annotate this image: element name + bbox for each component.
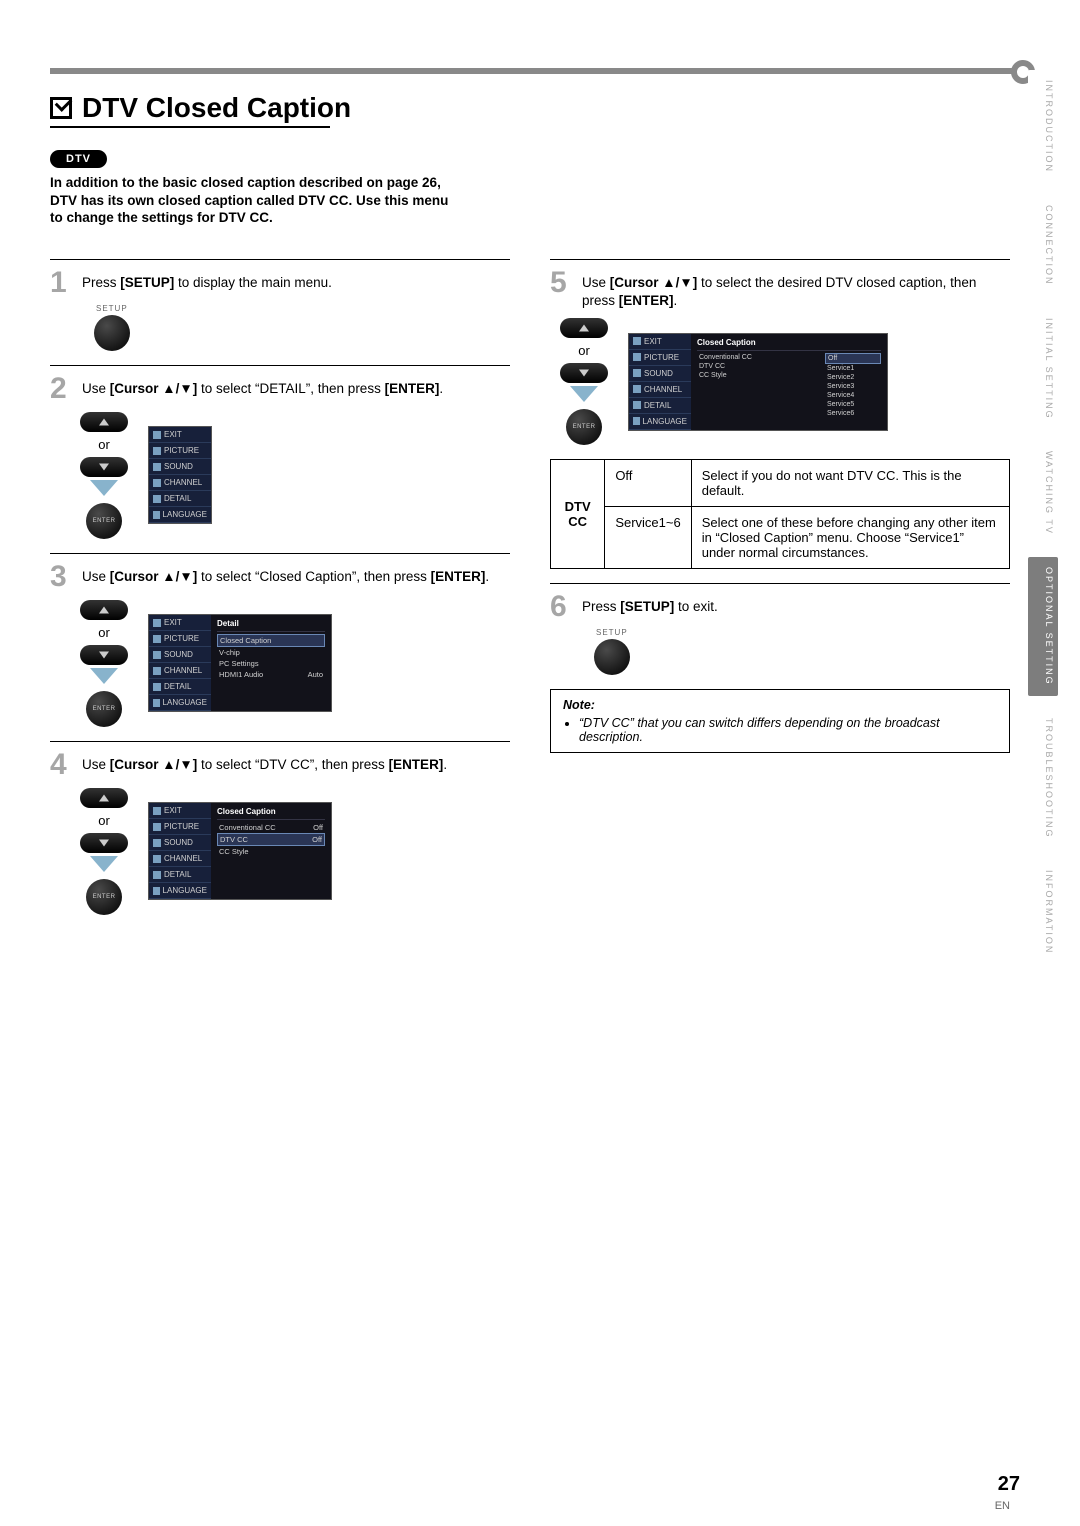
setup-button-icon (594, 639, 630, 675)
or-label: or (98, 813, 110, 828)
cursor-down-icon (80, 833, 128, 853)
checkbox-icon (50, 97, 72, 119)
side-tab-introduction: INTRODUCTION (1028, 70, 1058, 183)
enter-button-icon: ENTER (86, 879, 122, 915)
triangle-down-icon (90, 668, 118, 684)
side-tab-troubleshooting: TROUBLESHOOTING (1028, 708, 1058, 849)
table-cell-option: Service1~6 (605, 507, 691, 569)
cursor-up-icon (80, 600, 128, 620)
step-number: 6 (550, 592, 572, 622)
table-header: DTV CC (551, 460, 605, 569)
osd-menu-step5: EXIT PICTURE SOUND CHANNEL DETAIL LANGUA… (628, 333, 888, 431)
enter-button-icon: ENTER (86, 503, 122, 539)
triangle-down-icon (570, 386, 598, 402)
step-4: 4 Use [Cursor ▲/▼] to select “DTV CC”, t… (50, 750, 510, 780)
page-number: 27 (998, 1473, 1020, 1496)
step-number: 3 (50, 562, 72, 592)
triangle-down-icon (90, 856, 118, 872)
enter-button-icon: ENTER (566, 409, 602, 445)
page-title: DTV Closed Caption (82, 92, 351, 124)
side-tab-initial-setting: INITIAL SETTING (1028, 308, 1058, 430)
cursor-down-icon (80, 457, 128, 477)
cursor-down-icon (560, 363, 608, 383)
cursor-up-icon (560, 318, 608, 338)
step-2: 2 Use [Cursor ▲/▼] to select “DETAIL”, t… (50, 374, 510, 404)
dtv-cc-table: DTV CC Off Select if you do not want DTV… (550, 459, 1010, 569)
page-lang: EN (995, 1500, 1010, 1512)
side-tab-optional-setting: OPTIONAL SETTING (1028, 557, 1058, 696)
step-number: 2 (50, 374, 72, 404)
or-label: or (98, 437, 110, 452)
osd-menu-step3: EXIT PICTURE SOUND CHANNEL DETAIL LANGUA… (148, 614, 332, 712)
note-item: “DTV CC” that you can switch differs dep… (579, 716, 997, 744)
dtv-badge: DTV (50, 150, 107, 168)
cursor-up-icon (80, 788, 128, 808)
or-label: or (98, 625, 110, 640)
step-5: 5 Use [Cursor ▲/▼] to select the desired… (550, 268, 1010, 310)
side-tab-watching-tv: WATCHING TV (1028, 441, 1058, 545)
side-tab-connection: CONNECTION (1028, 195, 1058, 296)
cursor-down-icon (80, 645, 128, 665)
setup-button-icon (94, 315, 130, 351)
side-tab-list: INTRODUCTION CONNECTION INITIAL SETTING … (1028, 70, 1058, 965)
step-3: 3 Use [Cursor ▲/▼] to select “Closed Cap… (50, 562, 510, 592)
cursor-up-icon (80, 412, 128, 432)
setup-label: SETUP (96, 304, 510, 313)
step-1: 1 Press [SETUP] to display the main menu… (50, 268, 510, 298)
page-title-row: DTV Closed Caption (50, 92, 1010, 124)
step-number: 5 (550, 268, 572, 310)
triangle-down-icon (90, 480, 118, 496)
setup-label: SETUP (596, 628, 1010, 637)
step-6: 6 Press [SETUP] to exit. (550, 592, 1010, 622)
side-tab-information: INFORMATION (1028, 860, 1058, 964)
osd-menu-step4: EXIT PICTURE SOUND CHANNEL DETAIL LANGUA… (148, 802, 332, 900)
remote-cursor-cluster: or ENTER (560, 318, 608, 445)
enter-button-icon: ENTER (86, 691, 122, 727)
note-box: Note: “DTV CC” that you can switch diffe… (550, 689, 1010, 753)
table-cell-option: Off (605, 460, 691, 507)
table-cell-desc: Select if you do not want DTV CC. This i… (691, 460, 1009, 507)
step-number: 1 (50, 268, 72, 298)
or-label: or (578, 343, 590, 358)
title-underline (50, 126, 330, 128)
remote-cursor-cluster: or ENTER (80, 600, 128, 727)
note-title: Note: (563, 698, 997, 712)
osd-menu-step2: EXIT PICTURE SOUND CHANNEL DETAIL LANGUA… (148, 426, 212, 524)
intro-text: In addition to the basic closed caption … (50, 174, 450, 227)
remote-cursor-cluster: or ENTER (80, 412, 128, 539)
remote-cursor-cluster: or ENTER (80, 788, 128, 915)
table-cell-desc: Select one of these before changing any … (691, 507, 1009, 569)
step-number: 4 (50, 750, 72, 780)
